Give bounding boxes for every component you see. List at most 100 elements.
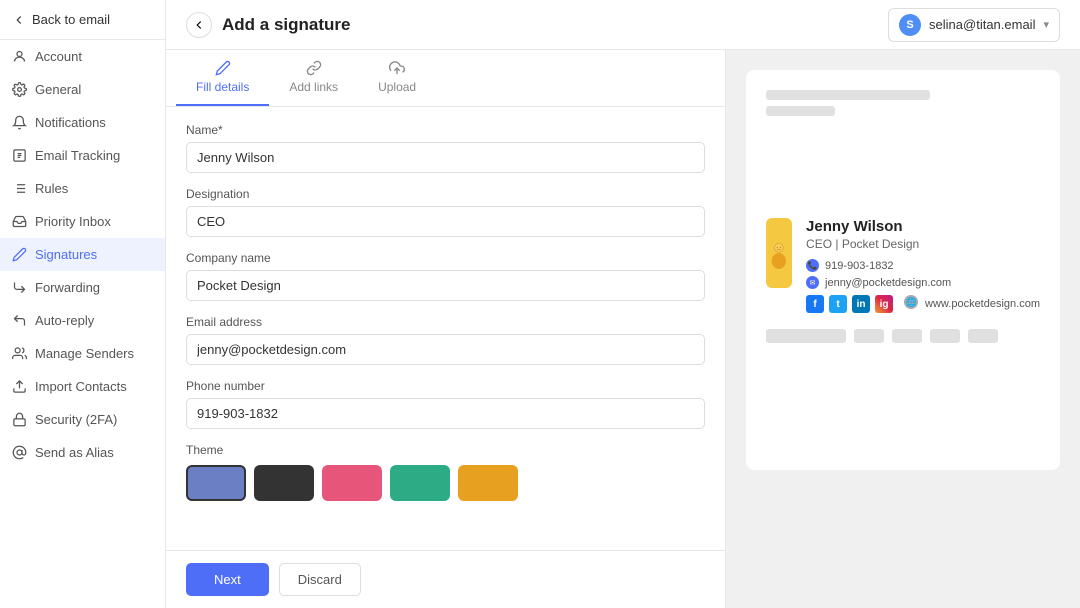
discard-button[interactable]: Discard xyxy=(279,563,361,596)
tab-fill-details[interactable]: Fill details xyxy=(176,50,269,106)
theme-color-pink[interactable] xyxy=(322,465,382,501)
sig-email: ✉ jenny@pocketdesign.com xyxy=(806,276,1040,289)
sidebar-item-label: Rules xyxy=(35,181,68,196)
sidebar-item-label: Security (2FA) xyxy=(35,412,117,427)
chevron-down-icon: ▾ xyxy=(1043,18,1049,31)
designation-input[interactable] xyxy=(186,206,705,237)
ph-rect-4 xyxy=(930,329,960,343)
email-icon: ✉ xyxy=(806,276,819,289)
phone-field-group: Phone number xyxy=(186,379,705,429)
avatar: S xyxy=(899,14,921,36)
tab-add-links[interactable]: Add links xyxy=(269,50,358,106)
sidebar-item-general[interactable]: General xyxy=(0,73,165,106)
globe-icon: 🌐 xyxy=(904,295,918,309)
form-scroll-area: Name* Designation Company name Email add… xyxy=(166,107,725,550)
name-field-group: Name* xyxy=(186,123,705,173)
signature-icon xyxy=(12,247,27,262)
email-input[interactable] xyxy=(186,334,705,365)
phone-input[interactable] xyxy=(186,398,705,429)
back-label: Back to email xyxy=(32,12,110,27)
upload-icon xyxy=(389,60,405,76)
theme-color-green[interactable] xyxy=(390,465,450,501)
designation-field-group: Designation xyxy=(186,187,705,237)
ph-rect-1 xyxy=(766,329,846,343)
company-label: Company name xyxy=(186,251,705,265)
sidebar-item-notifications[interactable]: Notifications xyxy=(0,106,165,139)
tab-upload[interactable]: Upload xyxy=(358,50,436,106)
header-left: Add a signature xyxy=(186,12,350,38)
sidebar-item-forwarding[interactable]: Forwarding xyxy=(0,271,165,304)
signature-preview-card: Jenny Wilson CEO | Pocket Design 📞 919-9… xyxy=(746,70,1060,470)
user-icon xyxy=(12,49,27,64)
email-label: Email address xyxy=(186,315,705,329)
tracking-icon xyxy=(12,148,27,163)
ph-rect-2 xyxy=(854,329,884,343)
designation-label: Designation xyxy=(186,187,705,201)
theme-color-dark[interactable] xyxy=(254,465,314,501)
page-header: Add a signature S selina@titan.email ▾ xyxy=(166,0,1080,50)
theme-color-picker xyxy=(186,465,705,501)
sidebar-item-security[interactable]: Security (2FA) xyxy=(0,403,165,436)
next-button[interactable]: Next xyxy=(186,563,269,596)
sidebar-item-rules[interactable]: Rules xyxy=(0,172,165,205)
tab-label: Add links xyxy=(289,80,338,94)
sidebar-item-label: Send as Alias xyxy=(35,445,114,460)
sidebar-item-account[interactable]: Account xyxy=(0,40,165,73)
sidebar: Back to email Account General Notificati… xyxy=(0,0,166,608)
sig-social-icons: f t in ig 🌐 www.pocketdesign.com xyxy=(806,295,1040,313)
back-arrow-icon xyxy=(12,13,26,27)
email-field-group: Email address xyxy=(186,315,705,365)
pencil-icon xyxy=(215,60,231,76)
theme-section: Theme xyxy=(186,443,705,501)
senders-icon xyxy=(12,346,27,361)
rules-icon xyxy=(12,181,27,196)
chevron-left-icon xyxy=(192,18,206,32)
page-title: Add a signature xyxy=(222,15,350,35)
placeholder-line-1 xyxy=(766,90,930,100)
main-content: Add a signature S selina@titan.email ▾ F… xyxy=(166,0,1080,608)
company-field-group: Company name xyxy=(186,251,705,301)
back-icon-button[interactable] xyxy=(186,12,212,38)
theme-label: Theme xyxy=(186,443,705,457)
twitter-icon: t xyxy=(829,295,847,313)
sidebar-item-label: Manage Senders xyxy=(35,346,134,361)
theme-color-blue[interactable] xyxy=(186,465,246,501)
placeholder-line-2 xyxy=(766,106,835,116)
form-footer: Next Discard xyxy=(166,550,725,608)
back-to-email-button[interactable]: Back to email xyxy=(0,0,165,40)
sidebar-item-priority-inbox[interactable]: Priority Inbox xyxy=(0,205,165,238)
theme-color-orange[interactable] xyxy=(458,465,518,501)
preview-spacer xyxy=(766,128,1040,208)
sidebar-item-signatures[interactable]: Signatures xyxy=(0,238,165,271)
linkedin-icon: in xyxy=(852,295,870,313)
inbox-icon xyxy=(12,214,27,229)
security-icon xyxy=(12,412,27,427)
user-dropdown[interactable]: S selina@titan.email ▾ xyxy=(888,8,1060,42)
sidebar-item-label: Auto-reply xyxy=(35,313,94,328)
company-input[interactable] xyxy=(186,270,705,301)
instagram-icon: ig xyxy=(875,295,893,313)
sidebar-item-auto-reply[interactable]: Auto-reply xyxy=(0,304,165,337)
body-area: Fill details Add links Upload Name* xyxy=(166,50,1080,608)
settings-icon xyxy=(12,82,27,97)
link-icon xyxy=(306,60,322,76)
tab-label: Fill details xyxy=(196,80,249,94)
sig-name: Jenny Wilson xyxy=(806,218,1040,235)
name-input[interactable] xyxy=(186,142,705,173)
sig-info: Jenny Wilson CEO | Pocket Design 📞 919-9… xyxy=(806,218,1040,313)
sidebar-item-label: General xyxy=(35,82,81,97)
sidebar-item-email-tracking[interactable]: Email Tracking xyxy=(0,139,165,172)
bell-icon xyxy=(12,115,27,130)
sidebar-item-manage-senders[interactable]: Manage Senders xyxy=(0,337,165,370)
sidebar-item-import-contacts[interactable]: Import Contacts xyxy=(0,370,165,403)
sig-photo xyxy=(766,218,792,288)
alias-icon xyxy=(12,445,27,460)
preview-placeholder-lines xyxy=(766,90,1040,116)
sig-website: www.pocketdesign.com xyxy=(925,298,1040,310)
sig-avatar-image xyxy=(766,218,792,288)
preview-panel: Jenny Wilson CEO | Pocket Design 📞 919-9… xyxy=(726,50,1080,608)
ph-rect-5 xyxy=(968,329,998,343)
sidebar-item-send-as-alias[interactable]: Send as Alias xyxy=(0,436,165,469)
tabs-bar: Fill details Add links Upload xyxy=(166,50,725,107)
signature-preview: Jenny Wilson CEO | Pocket Design 📞 919-9… xyxy=(766,218,1040,313)
